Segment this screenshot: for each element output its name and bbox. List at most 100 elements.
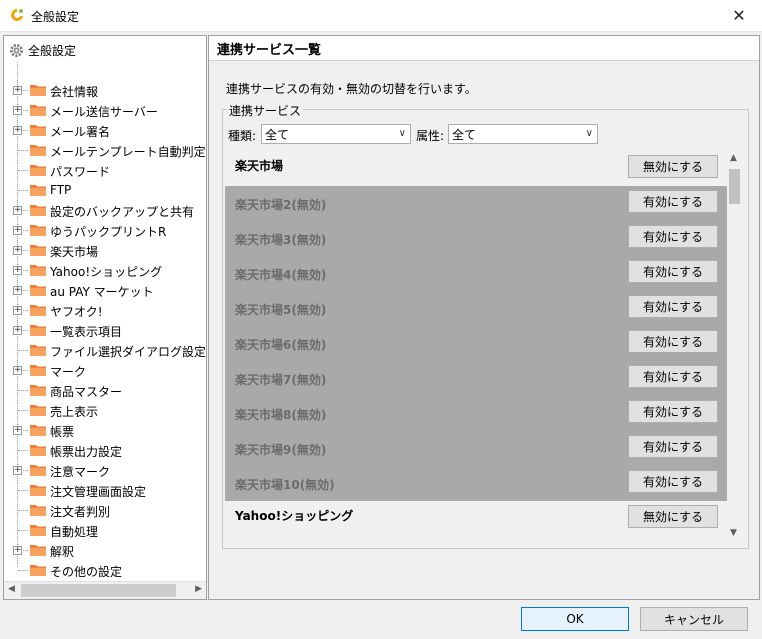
service-row: 楽天市場7(無効) 有効にする (225, 361, 727, 396)
group-label: 連携サービス (227, 102, 304, 119)
service-row: 楽天市場2(無効) 有効にする (225, 186, 727, 221)
folder-icon (30, 485, 46, 496)
tree-horizontal-scrollbar[interactable]: ◀ ▶ (4, 581, 206, 599)
service-row: 楽天市場4(無効) 有効にする (225, 256, 727, 291)
tree-item-label: 帳票出力設定 (50, 445, 123, 459)
folder-icon (30, 365, 46, 376)
folder-icon (30, 265, 46, 276)
tree-connector (18, 350, 28, 351)
folder-icon (30, 545, 46, 556)
tree-item-label: 会社情報 (50, 85, 99, 99)
expand-icon[interactable]: + (13, 466, 22, 475)
folder-icon (30, 285, 46, 296)
folder-icon (30, 425, 46, 436)
title-bar: 全般設定 ✕ (0, 0, 762, 32)
service-name: 楽天市場2(無効) (235, 198, 327, 212)
attr-select[interactable]: 全て ∨ (448, 124, 598, 144)
enable-button[interactable]: 有効にする (628, 365, 718, 388)
enable-button[interactable]: 有効にする (628, 330, 718, 353)
expand-icon[interactable]: + (13, 546, 22, 555)
cancel-button[interactable]: キャンセル (640, 607, 748, 631)
folder-icon (30, 145, 46, 156)
type-select[interactable]: 全て ∨ (261, 124, 411, 144)
folder-icon (30, 325, 46, 336)
enable-button[interactable]: 有効にする (628, 260, 718, 283)
tree-connector (18, 390, 28, 391)
tree-connector (18, 450, 28, 451)
enable-button[interactable]: 有効にする (628, 295, 718, 318)
folder-icon (30, 105, 46, 116)
tree-connector (18, 490, 28, 491)
expand-icon[interactable]: + (13, 206, 22, 215)
tree-item-label: メールテンプレート自動判定 (50, 145, 206, 159)
settings-tree[interactable]: 全般設定 + 会社情報 + メール送信サーバー + メール署名 メールテンプレート自動判定パ… (3, 35, 207, 600)
folder-icon (30, 85, 46, 96)
folder-icon (30, 565, 46, 576)
scroll-thumb[interactable] (21, 584, 176, 597)
tree-item-label: 売上表示 (50, 405, 99, 419)
tree-item-label: 自動処理 (50, 525, 99, 539)
scroll-left-icon[interactable]: ◀ (8, 584, 15, 594)
folder-icon (30, 245, 46, 256)
folder-icon (30, 205, 46, 216)
service-list-scrollbar[interactable]: ▲ ▼ (727, 151, 742, 540)
folder-icon (30, 185, 46, 196)
tree-item-label: 注文管理画面設定 (50, 485, 147, 499)
expand-icon[interactable]: + (13, 246, 22, 255)
folder-icon (30, 465, 46, 476)
scroll-right-icon[interactable]: ▶ (195, 584, 202, 594)
disable-button[interactable]: 無効にする (628, 505, 718, 528)
service-row: 楽天市場 無効にする (225, 151, 727, 186)
tree-root[interactable]: 全般設定 (9, 40, 76, 60)
tree-item-label: その他の設定 (50, 565, 123, 579)
expand-icon[interactable]: + (13, 86, 22, 95)
expand-icon[interactable]: + (13, 306, 22, 315)
folder-icon (30, 225, 46, 236)
scroll-up-icon[interactable]: ▲ (730, 153, 737, 163)
service-row: 楽天市場6(無効) 有効にする (225, 326, 727, 361)
ok-button[interactable]: OK (521, 607, 629, 631)
type-label: 種類: (228, 129, 257, 143)
tree-connector (18, 410, 28, 411)
expand-icon[interactable]: + (13, 286, 22, 295)
service-row: 楽天市場8(無効) 有効にする (225, 396, 727, 431)
tree-item-label: 設定のバックアップと共有 (50, 205, 195, 219)
expand-icon[interactable]: + (13, 106, 22, 115)
expand-icon[interactable]: + (13, 366, 22, 375)
expand-icon[interactable]: + (13, 266, 22, 275)
tree-item-label: ゆうパックプリントR (50, 225, 167, 239)
enable-button[interactable]: 有効にする (628, 470, 718, 493)
expand-icon[interactable]: + (13, 226, 22, 235)
scroll-down-icon[interactable]: ▼ (730, 528, 737, 538)
services-group: 連携サービス 種類: 全て ∨ 属性: 全て ∨ 楽天市場 無効にする 楽天市場2(… (222, 102, 749, 549)
expand-icon[interactable]: + (13, 126, 22, 135)
app-logo-icon (11, 9, 23, 21)
scroll-thumb[interactable] (729, 169, 740, 204)
attr-select-value: 全て (452, 127, 477, 142)
enable-button[interactable]: 有効にする (628, 400, 718, 423)
service-row: 楽天市場10(無効) 有効にする (225, 466, 727, 501)
tree-item-label: メール署名 (50, 125, 111, 139)
page-title: 連携サービス一覧 (217, 43, 322, 58)
folder-icon (30, 305, 46, 316)
gear-icon (9, 43, 24, 57)
enable-button[interactable]: 有効にする (628, 225, 718, 248)
expand-icon[interactable]: + (13, 326, 22, 335)
tree-item-label: ファイル選択ダイアログ設定 (50, 345, 207, 359)
service-name: Yahoo!ショッピング (235, 509, 354, 523)
enable-button[interactable]: 有効にする (628, 190, 718, 213)
attr-label: 属性: (416, 129, 445, 143)
expand-icon[interactable]: + (13, 426, 22, 435)
tree-connector (18, 570, 28, 571)
service-row: 楽天市場9(無効) 有効にする (225, 431, 727, 466)
disable-button[interactable]: 無効にする (628, 155, 718, 178)
tree-item-label: 一覧表示項目 (50, 325, 123, 339)
close-button[interactable]: ✕ (716, 0, 762, 31)
tree-item-label: 楽天市場 (50, 245, 99, 259)
window-title: 全般設定 (31, 10, 80, 24)
folder-icon (30, 525, 46, 536)
enable-button[interactable]: 有効にする (628, 435, 718, 458)
tree-connector (18, 170, 28, 171)
service-name: 楽天市場5(無効) (235, 303, 327, 317)
service-row: 楽天市場5(無効) 有効にする (225, 291, 727, 326)
